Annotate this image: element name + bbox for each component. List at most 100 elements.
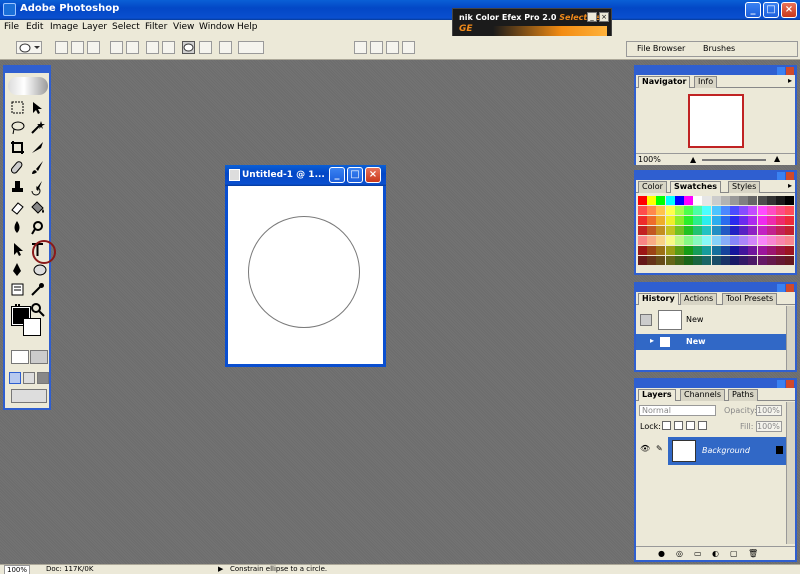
quick-mask-mode-icon[interactable] <box>30 350 48 364</box>
tab-swatches[interactable]: Swatches <box>670 181 721 193</box>
new-adjustment-layer-icon[interactable]: ◐ <box>712 549 719 558</box>
color-swatch[interactable] <box>665 246 675 255</box>
color-swatch[interactable] <box>785 216 795 225</box>
ellipse-path-circle[interactable] <box>248 216 360 328</box>
navigator-minimize-icon[interactable] <box>777 67 785 75</box>
color-swatch[interactable] <box>785 256 795 265</box>
history-close-icon[interactable] <box>786 284 794 292</box>
color-swatch[interactable] <box>647 246 657 255</box>
adobe-feather-logo[interactable] <box>8 77 48 95</box>
color-swatch[interactable] <box>674 196 684 205</box>
tab-paths[interactable]: Paths <box>728 389 758 401</box>
color-swatch[interactable] <box>693 236 703 245</box>
color-swatch[interactable] <box>766 216 776 225</box>
opacity-input[interactable]: 100% <box>756 405 782 416</box>
lock-transparent-pixels-icon[interactable] <box>662 421 671 430</box>
color-swatch[interactable] <box>776 236 785 245</box>
color-swatch[interactable] <box>748 216 758 225</box>
color-swatch[interactable] <box>684 216 693 225</box>
slice-tool-icon[interactable] <box>29 139 46 156</box>
color-swatch[interactable] <box>647 196 657 205</box>
dodge-tool-icon[interactable] <box>29 219 46 236</box>
color-swatch[interactable] <box>684 256 693 265</box>
move-tool-icon[interactable] <box>29 99 46 116</box>
color-swatch[interactable] <box>748 196 758 205</box>
blend-mode-select[interactable]: Normal <box>639 405 716 416</box>
color-swatch[interactable] <box>711 256 721 265</box>
color-swatch[interactable] <box>739 256 749 265</box>
color-swatch[interactable] <box>693 226 703 235</box>
color-swatch[interactable] <box>711 206 721 215</box>
menu-view[interactable]: View <box>173 22 194 32</box>
color-swatch[interactable] <box>693 216 703 225</box>
color-swatch[interactable] <box>720 256 730 265</box>
color-swatch[interactable] <box>656 216 666 225</box>
color-swatch[interactable] <box>665 216 675 225</box>
color-swatch[interactable] <box>720 196 730 205</box>
color-swatch[interactable] <box>748 236 758 245</box>
color-swatch[interactable] <box>748 226 758 235</box>
color-swatch[interactable] <box>702 246 712 255</box>
color-swatch[interactable] <box>711 216 721 225</box>
color-swatch[interactable] <box>757 206 767 215</box>
maximize-button[interactable]: □ <box>763 2 779 18</box>
navigator-panel-title-bar[interactable] <box>636 67 795 75</box>
color-swatch[interactable] <box>638 196 647 205</box>
color-swatch[interactable] <box>665 256 675 265</box>
color-swatch[interactable] <box>785 196 795 205</box>
color-swatch[interactable] <box>739 216 749 225</box>
lasso-tool-icon[interactable] <box>9 119 26 136</box>
rounded-rectangle-option-icon[interactable] <box>162 41 175 54</box>
subtract-from-shape-area-icon[interactable] <box>370 41 383 54</box>
color-swatch[interactable] <box>720 226 730 235</box>
menu-select[interactable]: Select <box>112 22 140 32</box>
color-swatch[interactable] <box>730 196 739 205</box>
tab-styles[interactable]: Styles <box>728 181 761 193</box>
clone-stamp-tool-icon[interactable] <box>9 179 26 196</box>
freeform-pen-option-icon[interactable] <box>126 41 139 54</box>
color-swatch[interactable] <box>730 246 739 255</box>
color-swatch[interactable] <box>711 236 721 245</box>
swatches-close-icon[interactable] <box>786 172 794 180</box>
eyedropper-tool-icon[interactable] <box>29 281 46 298</box>
color-swatch[interactable] <box>638 246 647 255</box>
color-swatch[interactable] <box>647 256 657 265</box>
color-swatch[interactable] <box>656 196 666 205</box>
color-swatch[interactable] <box>776 216 785 225</box>
color-swatch[interactable] <box>638 206 647 215</box>
swatches-panel-title-bar[interactable] <box>636 172 795 180</box>
layers-minimize-icon[interactable] <box>777 380 785 388</box>
navigator-thumbnail[interactable] <box>688 94 744 148</box>
color-swatch[interactable] <box>693 246 703 255</box>
color-swatch[interactable] <box>665 236 675 245</box>
ellipse-option-icon[interactable] <box>182 41 195 54</box>
menu-layer[interactable]: Layer <box>82 22 107 32</box>
pen-tool-icon[interactable] <box>9 261 26 278</box>
color-swatch[interactable] <box>656 246 666 255</box>
color-swatch[interactable] <box>693 206 703 215</box>
color-swatch[interactable] <box>711 246 721 255</box>
navigator-zoom-slider[interactable] <box>702 159 766 161</box>
color-swatch[interactable] <box>766 206 776 215</box>
color-swatch[interactable] <box>776 226 785 235</box>
intersect-shape-areas-icon[interactable] <box>386 41 399 54</box>
tab-tool-presets[interactable]: Tool Presets <box>722 293 778 305</box>
color-swatch[interactable] <box>638 236 647 245</box>
color-swatch[interactable] <box>647 226 657 235</box>
color-swatch[interactable] <box>693 256 703 265</box>
add-layer-mask-icon[interactable]: ◎ <box>676 549 683 558</box>
navigator-menu-icon[interactable]: ▸ <box>788 76 792 85</box>
pen-option-icon[interactable] <box>110 41 123 54</box>
color-swatch[interactable] <box>785 206 795 215</box>
color-swatch[interactable] <box>702 196 712 205</box>
menu-help[interactable]: Help <box>237 22 258 32</box>
layers-panel-title-bar[interactable] <box>636 380 795 388</box>
color-swatch[interactable] <box>766 256 776 265</box>
healing-brush-tool-icon[interactable] <box>9 159 26 176</box>
minimize-button[interactable]: _ <box>745 2 761 18</box>
color-swatch[interactable] <box>656 236 666 245</box>
color-swatch[interactable] <box>702 256 712 265</box>
layer-row-background[interactable]: Background <box>668 437 786 465</box>
menu-window[interactable]: Window <box>199 22 235 32</box>
color-swatch[interactable] <box>757 256 767 265</box>
